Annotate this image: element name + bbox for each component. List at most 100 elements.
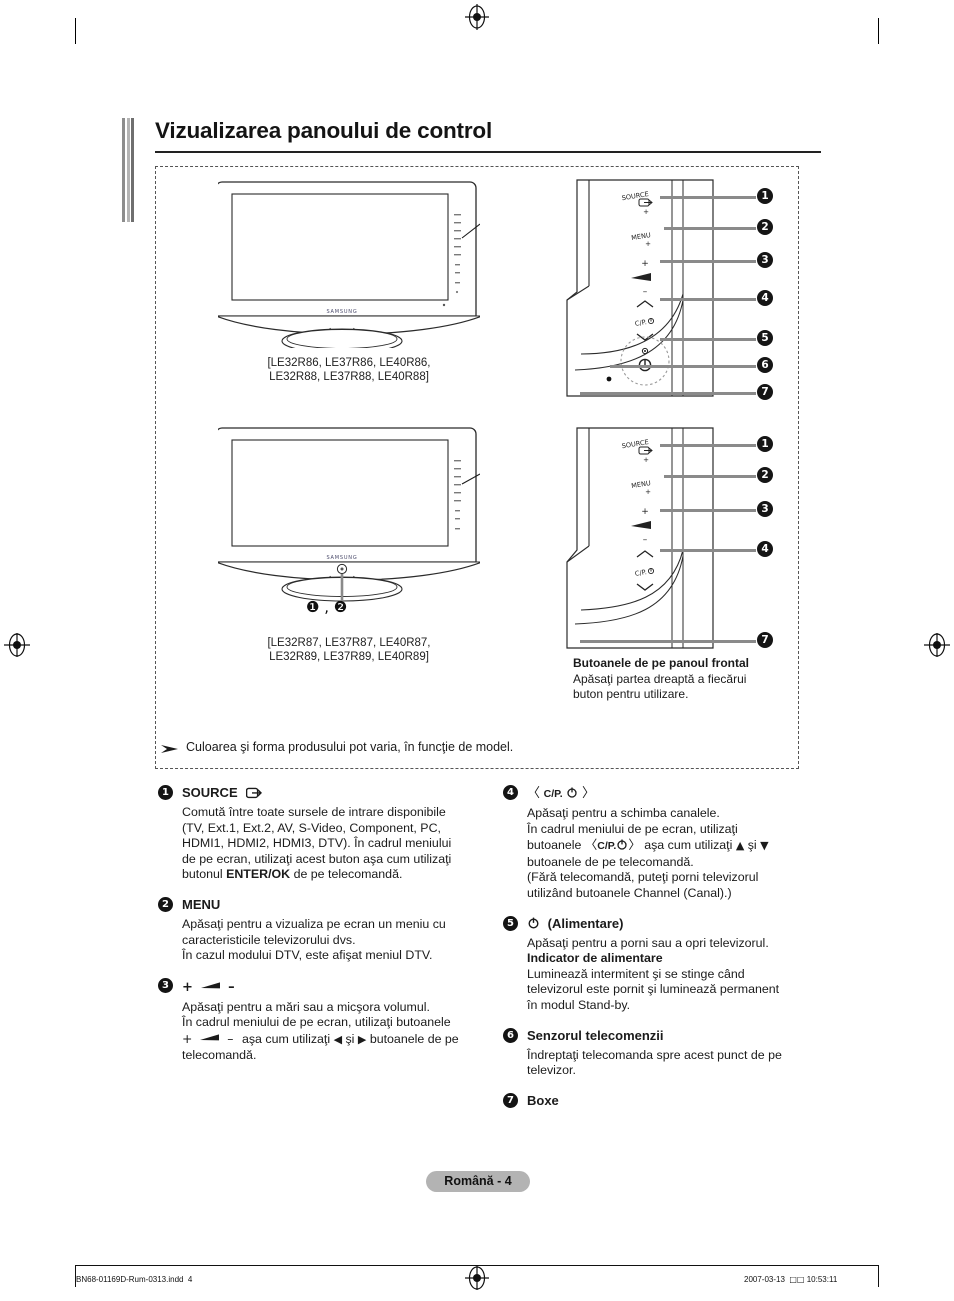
item-3-number: 3	[158, 977, 173, 993]
item-4-and: şi	[747, 838, 757, 853]
item-6-heading: 6 Senzorul telecomenzii	[503, 1027, 843, 1045]
item-5-subheading: Indicator de alimentare	[527, 951, 663, 966]
item-2-title: MENU	[182, 896, 221, 912]
item-4-line-3-pre: butoanele	[527, 838, 582, 853]
diagram-note: Culoarea şi forma produsului pot varia, …	[160, 740, 630, 754]
leader-line-7	[580, 392, 756, 395]
description-item-4: 4 〈 C/P. 〉 Apăsaţi pentru a schimba cana…	[503, 784, 843, 902]
descriptions-left-column: 1 SOURCE Comută între toate sursele de i…	[158, 784, 498, 1076]
item-4-angle-right-inline: 〉	[628, 837, 641, 853]
tv-figure-1-models: [LE32R86, LE37R86, LE40R86, LE32R88, LE3…	[267, 357, 431, 383]
description-item-6: 6 Senzorul telecomenzii Îndreptaţi telec…	[503, 1027, 843, 1079]
item-5-title: (Alimentare)	[547, 915, 624, 931]
leader-line-2-7	[580, 640, 756, 643]
callout-5: 5	[757, 330, 773, 346]
callout-2-7: 7	[757, 632, 773, 648]
item-5-line-3: televizorul este pornit şi luminează per…	[527, 982, 780, 997]
item-1-line-3: HDMI1, HDMI2, HDMI3, DTV). În cadrul men…	[182, 836, 452, 851]
item-3-line-3: + – aşa cum utilizaţi ◀ şi ▶ butoanele d…	[182, 1031, 498, 1048]
page-header: Vizualizarea panoului de control	[122, 118, 822, 222]
footer-missing-glyphs: □□	[789, 1275, 805, 1284]
description-item-2: 2 MENU Apăsaţi pentru a vizualiza pe ecr…	[158, 896, 498, 964]
panel-caption-title: Butoanele de pe panoul frontal	[573, 656, 750, 670]
item-6-number: 6	[503, 1027, 518, 1043]
svg-text:+: +	[643, 208, 649, 216]
item-1-title: SOURCE	[182, 785, 238, 800]
svg-text:+: +	[645, 240, 651, 248]
item-4-channel-inline: C/P.	[597, 840, 617, 853]
footer-tick-right	[878, 1265, 879, 1287]
item-1-enter-ok: ENTER/OK	[226, 867, 291, 882]
item-2-number: 2	[158, 896, 173, 912]
svg-text:+: +	[641, 507, 649, 517]
callout-4: 4	[757, 290, 773, 306]
callout-6: 6	[757, 357, 773, 373]
leader-line-6	[610, 365, 756, 368]
down-arrow-icon: ▼	[760, 839, 769, 853]
tv-figure-2-callout-pair: ❶ , ❷	[306, 598, 348, 616]
item-3-heading: 3 + –	[158, 977, 498, 997]
callout-2-1: 1	[757, 436, 773, 452]
callout-2-4: 4	[757, 541, 773, 557]
callout-7: 7	[757, 384, 773, 400]
item-1-line-5-post: de pe telecomandă.	[290, 867, 403, 882]
leader-line-5	[660, 338, 756, 341]
item-1-line-5-pre: butonul	[182, 867, 227, 882]
item-4-line-3-mid: aşa cum utilizaţi	[644, 838, 733, 853]
header-rule	[155, 151, 821, 153]
footer-timestamp: 2007-03-13 □□ 10:53:11	[744, 1275, 837, 1284]
item-3-inline-tail: butoanele de pe	[369, 1031, 459, 1046]
svg-text:–: –	[643, 287, 648, 297]
item-3-minus: –	[228, 979, 235, 995]
item-7-heading: 7 Boxe	[503, 1092, 843, 1110]
page-number-badge: Română - 4	[426, 1171, 530, 1192]
tv-figure-1: SAMSUNG	[218, 178, 480, 348]
leader-line-4	[660, 298, 756, 301]
footer-time: 10:53:11	[806, 1275, 838, 1284]
item-2-line-2: caracteristicile televizorului dvs.	[182, 932, 356, 947]
item-2-line-3: În cazul modului DTV, este afişat meniul…	[182, 948, 433, 963]
item-4-channel-label: C/P.	[543, 788, 563, 800]
registration-mark-right	[924, 632, 950, 658]
item-2-body: Apăsaţi pentru a vizualiza pe ecran un m…	[158, 917, 498, 964]
item-6-body: Îndreptaţi telecomanda spre acest punct …	[503, 1048, 843, 1079]
item-5-number: 5	[503, 915, 518, 931]
callout-2: 2	[757, 219, 773, 235]
leader-line-1	[660, 196, 756, 199]
item-4-line-1: Apăsaţi pentru a schimba canalele.	[527, 806, 720, 820]
registration-mark-bottom	[464, 1265, 490, 1291]
power-icon	[566, 785, 578, 798]
power-icon-inline	[616, 838, 628, 850]
manual-page: Vizualizarea panoului de control SAMSUNG	[0, 0, 954, 1301]
description-item-1: 1 SOURCE Comută între toate sursele de i…	[158, 784, 498, 883]
page-title: Vizualizarea panoului de control	[155, 118, 492, 143]
item-1-line-2: (TV, Ext.1, Ext.2, AV, S-Video, Componen…	[182, 820, 441, 835]
item-3-line-1: Apăsaţi pentru a mări sau a micşora volu…	[182, 999, 430, 1014]
item-6-line-2: televizor.	[527, 1063, 576, 1078]
crop-mark-tl-v	[75, 18, 76, 44]
panel-caption: Butoanele de pe panoul frontal Apăsaţi p…	[573, 656, 803, 703]
item-4-heading: 4 〈 C/P. 〉	[503, 784, 843, 803]
item-5-line-2: Luminează intermitent şi se stinge când	[527, 966, 745, 981]
item-4-angle-left: 〈	[527, 786, 541, 801]
volume-icon	[200, 977, 222, 989]
tv-figure-2: SAMSUNG	[218, 424, 480, 604]
footer-filename-text: BN68-01169D-Rum-0313.indd	[76, 1275, 184, 1284]
tv-figure-2-models: [LE32R87, LE37R87, LE40R87, LE32R89, LE3…	[267, 637, 431, 663]
item-4-angle-left-inline: 〈	[584, 837, 598, 853]
item-7-number: 7	[503, 1092, 518, 1108]
leader-line-2-3	[660, 509, 756, 512]
svg-text:SAMSUNG: SAMSUNG	[326, 555, 357, 561]
footer-date: 2007-03-13	[744, 1275, 785, 1284]
footer-filename: BN68-01169D-Rum-0313.indd 4	[76, 1275, 192, 1284]
item-4-body: Apăsaţi pentru a schimba canalele. În ca…	[503, 806, 843, 902]
crop-mark-tr-v	[878, 18, 879, 44]
panel-caption-text: Apăsaţi partea dreaptă a fiecărui buton …	[573, 671, 747, 702]
item-4-line-4: butoanele de pe telecomandă.	[527, 854, 694, 869]
description-item-7: 7 Boxe	[503, 1092, 843, 1110]
svg-text:+: +	[641, 259, 649, 269]
header-accent-bars	[122, 118, 134, 222]
callout-3: 3	[757, 252, 773, 268]
item-1-line-1: Comută între toate sursele de intrare di…	[182, 805, 446, 819]
note-arrow-icon	[160, 743, 180, 755]
